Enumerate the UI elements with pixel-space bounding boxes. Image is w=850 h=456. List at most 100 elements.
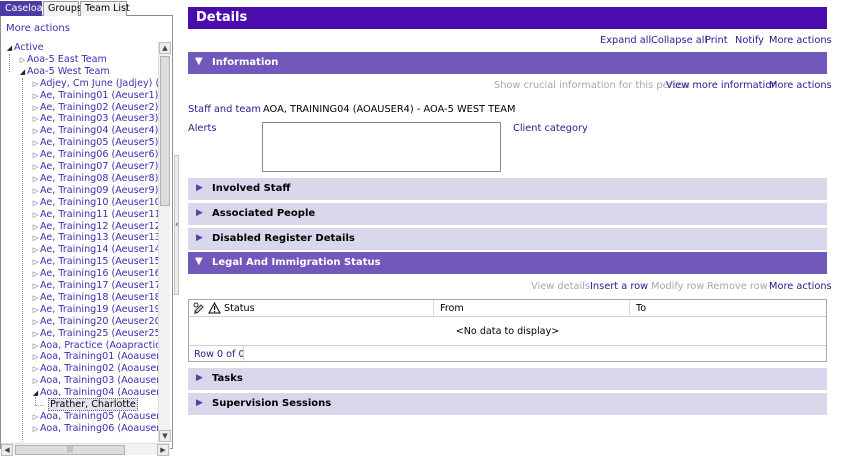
tree-collapse-icon[interactable]: ◢ xyxy=(5,42,14,54)
tree-expand-icon[interactable]: ▷ xyxy=(31,244,40,256)
tree-item[interactable]: ▷Ae, Training09 (Aeuser9) (5 xyxy=(31,185,158,197)
tree-item[interactable]: ◢ Active xyxy=(5,42,44,54)
modify-row-link[interactable]: Modify row xyxy=(651,281,704,292)
collapse-left-pane-icon[interactable]: ‹ xyxy=(175,220,179,230)
scroll-right-arrow-icon[interactable]: ▶ xyxy=(157,444,169,456)
column-to[interactable]: To xyxy=(636,303,646,314)
tree-expand-icon[interactable]: ▷ xyxy=(31,185,40,197)
expand-all-link[interactable]: Expand all xyxy=(600,35,651,46)
tree-collapse-icon[interactable]: ◢ xyxy=(18,66,27,78)
tree-expand-icon[interactable]: ▷ xyxy=(31,173,40,185)
tree-item[interactable]: ▷Ae, Training13 (Aeuser13) ( xyxy=(31,232,158,244)
scroll-down-arrow-icon[interactable]: ▼ xyxy=(159,430,171,442)
tree-expand-icon[interactable]: ▷ xyxy=(31,102,40,114)
section-disabled-register[interactable]: ▶ Disabled Register Details xyxy=(188,228,827,250)
tree-expand-icon[interactable]: ▷ xyxy=(31,268,40,280)
tab-groups[interactable]: Groups xyxy=(43,1,82,16)
insert-row-link[interactable]: Insert a row xyxy=(590,281,648,292)
scroll-left-arrow-icon[interactable]: ◀ xyxy=(1,444,13,456)
tree-item[interactable]: ▷ Aoa, Training01 (Aoauser1) xyxy=(31,351,158,363)
tree-expand-icon[interactable]: ▷ xyxy=(31,280,40,292)
remove-row-link[interactable]: Remove row xyxy=(707,281,768,292)
tree-expand-icon[interactable]: ▷ xyxy=(31,197,40,209)
tab-caseload[interactable]: Caseload xyxy=(0,1,49,16)
tree-expand-icon[interactable]: ▷ xyxy=(31,340,40,352)
tree-horizontal-scroll-thumb[interactable]: ||| xyxy=(15,445,125,455)
tree-item[interactable]: ▷Ae, Training20 (Aeuser20) ( xyxy=(31,316,158,328)
tree-expand-icon[interactable]: ▷ xyxy=(31,351,40,363)
tree-expand-icon[interactable]: ▷ xyxy=(31,256,40,268)
tree-expand-icon[interactable]: ▷ xyxy=(31,316,40,328)
tree-item[interactable]: ▷ Aoa, Practice (Aoapractic) ( xyxy=(31,340,158,352)
tree-item-selected[interactable]: Prather, Charlotte xyxy=(44,398,138,411)
tree-expand-icon[interactable]: ▷ xyxy=(31,78,40,90)
tree-item[interactable]: ▷Ae, Training10 (Aeuser10) ( xyxy=(31,197,158,209)
tree-expand-icon[interactable]: ▷ xyxy=(31,125,40,137)
tree-item[interactable]: ▷Ae, Training08 (Aeuser8) (5 xyxy=(31,173,158,185)
tree-expand-icon[interactable]: ▷ xyxy=(31,292,40,304)
tree-item[interactable]: ▷ Adjey, Cm June (Jadjey) (1) xyxy=(31,78,158,90)
section-tasks[interactable]: ▶ Tasks xyxy=(188,368,827,390)
tree-expand-icon[interactable]: ▷ xyxy=(31,221,40,233)
tree-item[interactable]: ▷Ae, Training01 (Aeuser1) (0 xyxy=(31,90,158,102)
tree-vertical-scroll-thumb[interactable] xyxy=(160,56,170,206)
tree-item[interactable]: ▷Ae, Training12 (Aeuser12) ( xyxy=(31,221,158,233)
legal-more-actions-link[interactable]: More actions xyxy=(769,281,832,292)
tree-item[interactable]: ▷Ae, Training11 (Aeuser11) ( xyxy=(31,209,158,221)
tree-item[interactable]: ▷Ae, Training14 (Aeuser14) ( xyxy=(31,244,158,256)
tree-item[interactable]: ▷ Aoa, Training05 (Aoauser5) xyxy=(31,411,158,423)
print-link[interactable]: Print xyxy=(705,35,728,46)
tree-expand-icon[interactable]: ▷ xyxy=(31,90,40,102)
tree-item[interactable]: ▷ Aoa, Training03 (Aoauser3) xyxy=(31,375,158,387)
left-more-actions-link[interactable]: More actions xyxy=(6,23,70,34)
tree-item[interactable]: ▷Ae, Training05 (Aeuser5) (9 xyxy=(31,137,158,149)
tree-item[interactable]: ▷Ae, Training06 (Aeuser6) (5 xyxy=(31,149,158,161)
section-associated-people[interactable]: ▶ Associated People xyxy=(188,203,827,225)
tree-item[interactable]: ▷Ae, Training18 (Aeuser18) ( xyxy=(31,292,158,304)
collapse-all-link[interactable]: Collapse all xyxy=(651,35,707,46)
tree-expand-icon[interactable]: ▷ xyxy=(18,54,27,66)
tree-item[interactable]: ▷Ae, Training04 (Aeuser4) (1 xyxy=(31,125,158,137)
notify-link[interactable]: Notify xyxy=(735,35,764,46)
alerts-field[interactable] xyxy=(262,122,501,172)
tree-item[interactable]: ▷Ae, Training07 (Aeuser7) (7 xyxy=(31,161,158,173)
more-actions-link[interactable]: More actions xyxy=(769,35,832,46)
view-details-link[interactable]: View details xyxy=(531,281,590,292)
tree-item[interactable]: ▷Ae, Training16 (Aeuser16) ( xyxy=(31,268,158,280)
information-more-actions-link[interactable]: More actions xyxy=(769,80,832,91)
tree-item[interactable]: ▷Ae, Training19 (Aeuser19) ( xyxy=(31,304,158,316)
tree-item[interactable]: ▷Ae, Training15 (Aeuser15) ( xyxy=(31,256,158,268)
scroll-up-arrow-icon[interactable]: ▲ xyxy=(159,42,171,54)
tree-expand-icon[interactable]: ▷ xyxy=(31,137,40,149)
tree-vertical-scrollbar[interactable]: ▲ ▼ xyxy=(158,42,171,442)
column-from[interactable]: From xyxy=(440,303,464,314)
tree-expand-icon[interactable]: ▷ xyxy=(31,232,40,244)
tree-expand-icon[interactable]: ▷ xyxy=(31,375,40,387)
section-involved-staff[interactable]: ▶ Involved Staff xyxy=(188,178,827,200)
column-status[interactable]: Status xyxy=(224,303,255,314)
tree-expand-icon[interactable]: ▷ xyxy=(31,363,40,375)
tree-item[interactable]: ▷Ae, Training25 (Aeuser25) ( xyxy=(31,328,158,340)
tree-expand-icon[interactable]: ▷ xyxy=(31,209,40,221)
tree-item[interactable]: ▷ Aoa, Training02 (Aoauser2) xyxy=(31,363,158,375)
tree-horizontal-scrollbar[interactable]: ◀ ||| ▶ xyxy=(1,443,170,456)
tab-team-list[interactable]: Team List xyxy=(80,1,130,16)
tree-expand-icon[interactable]: ▷ xyxy=(31,161,40,173)
section-supervision-sessions[interactable]: ▶ Supervision Sessions xyxy=(188,393,827,415)
tree-expand-icon[interactable]: ▷ xyxy=(31,411,40,423)
view-more-info-link[interactable]: View more information xyxy=(666,80,777,91)
tree-expand-icon[interactable]: ▷ xyxy=(31,304,40,316)
tree-item[interactable]: ▷Ae, Training17 (Aeuser17) ( xyxy=(31,280,158,292)
tree-expand-icon[interactable]: ▷ xyxy=(31,149,40,161)
section-legal-immigration[interactable]: ▼ Legal And Immigration Status xyxy=(188,252,827,274)
tree-item[interactable]: ▷ Aoa-5 East Team xyxy=(18,54,107,66)
tree-item[interactable]: ▷Ae, Training03 (Aeuser3) (9 xyxy=(31,113,158,125)
tree-item[interactable]: ◢ Aoa-5 West Team xyxy=(18,66,110,78)
tree-expand-icon[interactable]: ▷ xyxy=(31,423,40,435)
tree-item[interactable]: ▷Ae, Training02 (Aeuser2) (7 xyxy=(31,102,158,114)
tree-expand-icon[interactable]: ▷ xyxy=(31,113,40,125)
show-crucial-info-link[interactable]: Show crucial information for this person xyxy=(494,80,690,91)
tree-item[interactable]: ▷ Aoa, Training06 (Aoauser6) xyxy=(31,423,158,435)
tree-expand-icon[interactable]: ▷ xyxy=(31,328,40,340)
section-information[interactable]: ▼ Information xyxy=(188,52,827,74)
